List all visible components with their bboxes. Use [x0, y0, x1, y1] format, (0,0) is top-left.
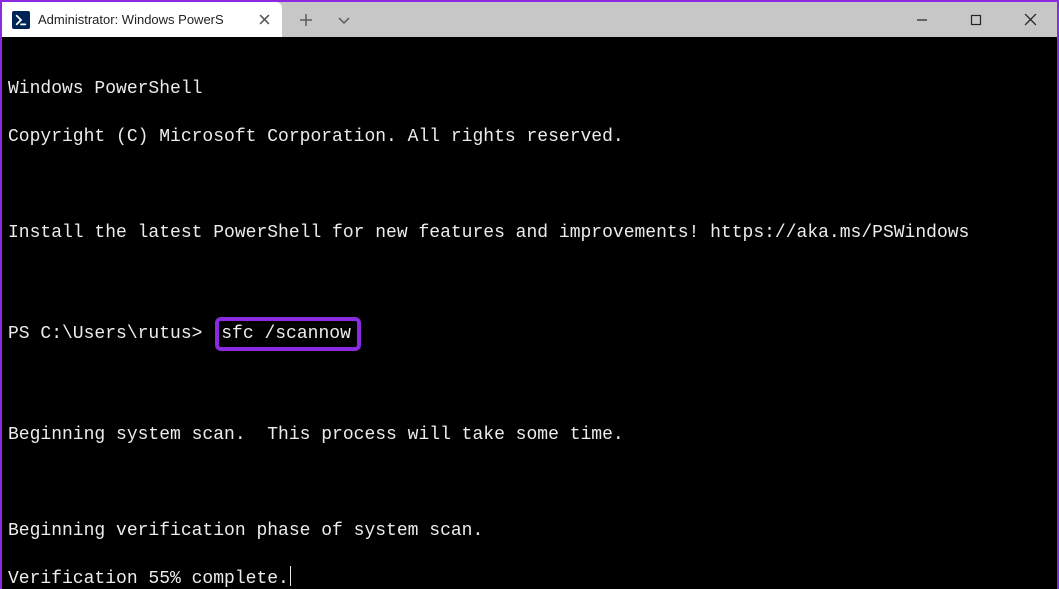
titlebar-spacer[interactable] [368, 2, 895, 37]
cursor-icon [290, 566, 291, 586]
terminal-line: Install the latest PowerShell for new fe… [8, 221, 1051, 245]
tab-dropdown-button[interactable] [334, 10, 354, 30]
command-text: sfc /scannow [221, 324, 351, 344]
tab-close-button[interactable] [254, 10, 274, 30]
tab-active[interactable]: Administrator: Windows PowerS [2, 2, 282, 37]
terminal-line [8, 375, 1051, 399]
tab-actions [282, 2, 368, 37]
maximize-button[interactable] [949, 2, 1003, 37]
minimize-button[interactable] [895, 2, 949, 37]
terminal-line [8, 471, 1051, 495]
prompt-text: PS C:\Users\rutus> [8, 324, 202, 344]
powershell-icon [12, 11, 30, 29]
terminal-line: Windows PowerShell [8, 77, 1051, 101]
terminal-line [8, 173, 1051, 197]
tab-title: Administrator: Windows PowerS [38, 12, 246, 27]
new-tab-button[interactable] [296, 10, 316, 30]
window-frame: Administrator: Windows PowerS [0, 0, 1059, 589]
prompt-line: PS C:\Users\rutus> sfc /scannow [8, 317, 1051, 351]
terminal-line: Verification 55% complete. [8, 567, 1051, 589]
terminal-line: Copyright (C) Microsoft Corporation. All… [8, 125, 1051, 149]
terminal-line: Beginning verification phase of system s… [8, 519, 1051, 543]
terminal-line: Beginning system scan. This process will… [8, 423, 1051, 447]
terminal-line [8, 269, 1051, 293]
close-button[interactable] [1003, 2, 1057, 37]
progress-text: Verification 55% complete. [8, 569, 289, 589]
titlebar[interactable]: Administrator: Windows PowerS [2, 2, 1057, 37]
command-highlight: sfc /scannow [215, 317, 361, 351]
window-controls [895, 2, 1057, 37]
terminal-pane[interactable]: Windows PowerShell Copyright (C) Microso… [2, 37, 1057, 589]
